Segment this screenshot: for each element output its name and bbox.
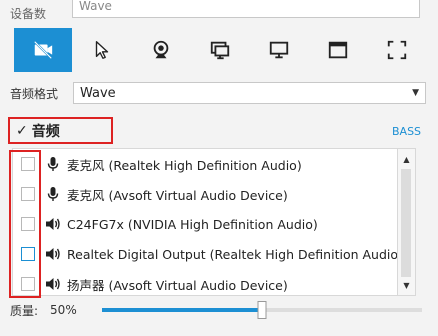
device-label: C24FG7x (NVIDIA High Definition Audio) (67, 216, 318, 232)
device-checkbox[interactable] (21, 217, 35, 231)
audio-section-title: 音频 (31, 123, 60, 140)
quality-value: 50% (50, 303, 77, 317)
scroll-up-icon[interactable]: ▲ (398, 151, 415, 167)
device-checkbox[interactable] (21, 187, 35, 201)
scroll-down-icon[interactable]: ▼ (398, 277, 415, 293)
speaker-icon (46, 218, 60, 230)
monitor-icon (269, 41, 289, 59)
list-item[interactable]: Realtek Digital Output (Realtek High Def… (13, 239, 397, 269)
quality-slider[interactable] (102, 301, 422, 319)
device-checkbox[interactable] (21, 277, 35, 291)
bass-link[interactable]: BASS (392, 125, 421, 138)
device-checkbox[interactable] (21, 247, 35, 261)
fullscreen-window-icon (328, 41, 348, 59)
top-field-label: 设备数 (10, 7, 47, 21)
no-camera-button[interactable] (14, 28, 72, 72)
audio-format-select[interactable]: Wave ▼ (73, 82, 426, 104)
cursor-button[interactable] (73, 28, 131, 72)
audio-section-header[interactable]: ✓ 音频 (8, 117, 113, 144)
quality-label: 质量: (10, 303, 39, 318)
microphone-icon (47, 157, 59, 171)
device-label: 麦克风 (Avsoft Virtual Audio Device) (67, 187, 288, 203)
list-item[interactable]: 麦克风 (Realtek High Definition Audio) (13, 149, 397, 179)
microphone-icon (47, 187, 59, 201)
top-field-input[interactable]: Wave (72, 0, 420, 18)
audio-format-row: 音频格式 Wave ▼ (10, 82, 426, 104)
capture-mode-toolbar (14, 28, 427, 72)
audio-enable-checkbox[interactable]: ✓ (16, 123, 28, 139)
list-item[interactable]: 麦克风 (Avsoft Virtual Audio Device) (13, 179, 397, 209)
quality-slider-fill (102, 308, 262, 312)
audio-format-value: Wave (80, 85, 116, 101)
speaker-icon (46, 278, 60, 290)
region-select-icon (387, 40, 407, 60)
fullscreen-window-button[interactable] (309, 28, 367, 72)
device-label: 扬声器 (Avsoft Virtual Audio Device) (67, 277, 288, 293)
device-label: Realtek Digital Output (Realtek High Def… (67, 246, 398, 262)
device-label: 麦克风 (Realtek High Definition Audio) (67, 157, 302, 173)
no-camera-icon (33, 40, 53, 60)
quality-row: 质量: 50% (10, 300, 422, 320)
scroll-thumb[interactable] (401, 169, 411, 277)
audio-format-label: 音频格式 (10, 86, 59, 101)
list-item[interactable]: C24FG7x (NVIDIA High Definition Audio) (13, 209, 397, 239)
chevron-down-icon: ▼ (412, 88, 419, 98)
device-list-scrollbar[interactable]: ▲ ▼ (398, 148, 416, 296)
window-button[interactable] (191, 28, 249, 72)
top-field: 设备数 Wave (0, 0, 428, 22)
device-checkbox[interactable] (21, 157, 35, 171)
audio-device-list: 麦克风 (Realtek High Definition Audio) 麦克风 … (12, 148, 398, 296)
region-select-button[interactable] (368, 28, 426, 72)
webcam-button[interactable] (132, 28, 190, 72)
webcam-icon (153, 40, 169, 59)
list-item[interactable]: 扬声器 (Avsoft Virtual Audio Device) (13, 269, 397, 295)
quality-slider-thumb[interactable] (257, 301, 267, 319)
monitor-button[interactable] (250, 28, 308, 72)
cursor-icon (95, 41, 109, 59)
window-icon (210, 41, 230, 60)
speaker-icon (46, 248, 60, 260)
